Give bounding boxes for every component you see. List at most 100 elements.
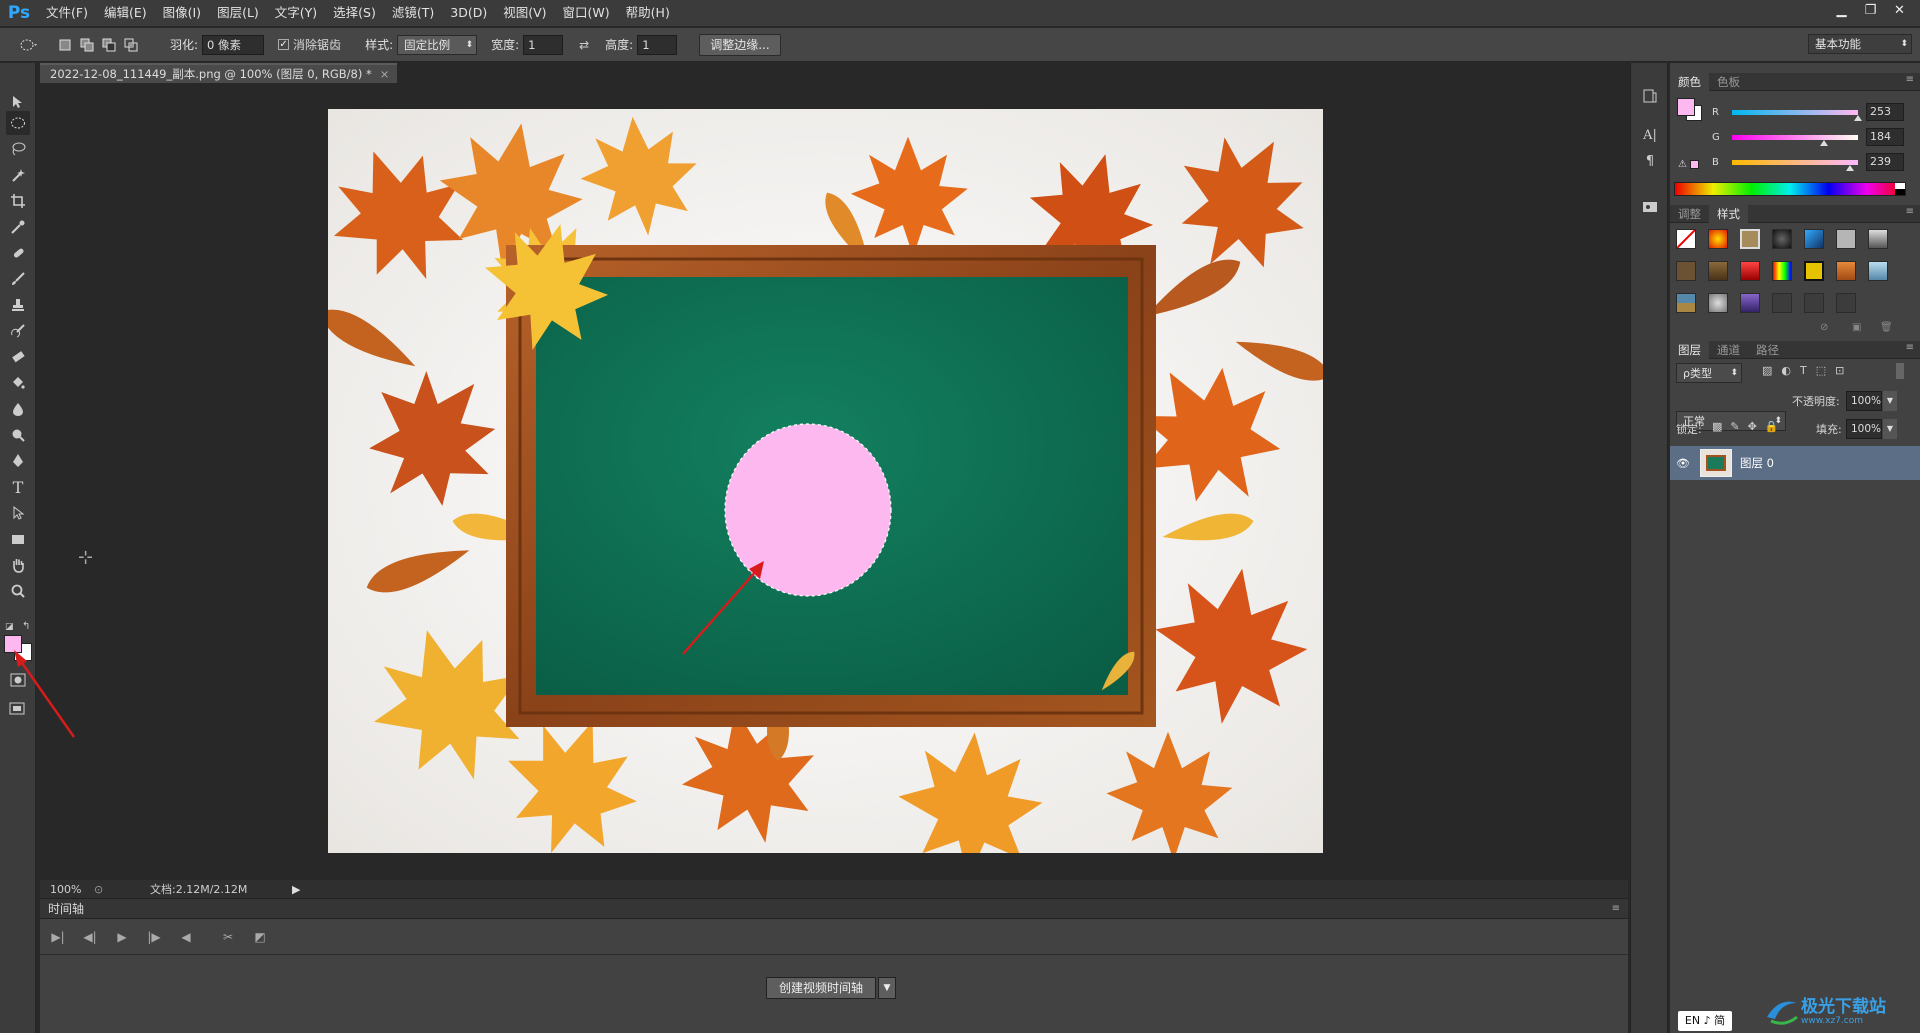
- shape-layer-filter-icon[interactable]: ⬚: [1816, 364, 1826, 377]
- elliptical-marquee-tool-icon[interactable]: [6, 111, 30, 135]
- style-swatch[interactable]: [1772, 293, 1792, 313]
- swap-dimensions-icon[interactable]: ⇄: [573, 34, 595, 56]
- rectangle-tool-icon[interactable]: [6, 527, 30, 551]
- style-select[interactable]: 固定比例: [397, 34, 478, 55]
- new-selection-icon[interactable]: [54, 34, 76, 56]
- refine-edge-button[interactable]: 调整边缘...: [699, 33, 781, 56]
- green-slider[interactable]: [1732, 134, 1858, 146]
- crop-tool-icon[interactable]: [6, 189, 30, 213]
- style-swatch[interactable]: [1676, 261, 1696, 281]
- visibility-eye-icon[interactable]: 👁: [1676, 457, 1696, 470]
- style-swatch[interactable]: [1836, 261, 1856, 281]
- split-scissors-icon[interactable]: ✂: [212, 925, 244, 949]
- document-tab[interactable]: 2022-12-08_111449_副本.png @ 100% (图层 0, R…: [40, 63, 398, 83]
- type-tool-icon[interactable]: T: [6, 475, 30, 499]
- chevron-down-icon[interactable]: ▼: [1883, 419, 1897, 439]
- eyedropper-tool-icon[interactable]: [6, 215, 30, 239]
- panel-menu-icon[interactable]: ≡: [1612, 899, 1620, 919]
- circular-selection[interactable]: [328, 109, 1323, 853]
- transition-icon[interactable]: ◩: [244, 925, 276, 949]
- style-swatch[interactable]: [1708, 293, 1728, 313]
- screen-mode-icon[interactable]: [6, 697, 30, 721]
- history-brush-tool-icon[interactable]: [6, 319, 30, 343]
- layer-row[interactable]: 👁 图层 0: [1670, 446, 1920, 480]
- height-input[interactable]: 1: [637, 34, 678, 55]
- status-menu-icon[interactable]: ▶: [292, 883, 300, 896]
- tab-paths[interactable]: 路径: [1748, 341, 1787, 359]
- previous-frame-icon[interactable]: ◀|: [74, 925, 106, 949]
- style-swatch[interactable]: [1804, 261, 1824, 281]
- layer-comps-icon[interactable]: [1640, 196, 1660, 216]
- quick-mask-icon[interactable]: [6, 671, 30, 689]
- blue-slider[interactable]: [1732, 159, 1858, 171]
- paragraph-panel-icon[interactable]: ¶: [1640, 151, 1660, 171]
- magic-wand-tool-icon[interactable]: [6, 163, 30, 187]
- filter-toggle[interactable]: [1896, 363, 1904, 379]
- first-frame-icon[interactable]: ▶|: [42, 925, 74, 949]
- panel-menu-icon[interactable]: ≡: [1906, 74, 1914, 85]
- style-swatch[interactable]: [1740, 261, 1760, 281]
- menu-filter[interactable]: 滤镜(T): [384, 0, 442, 26]
- panel-menu-icon[interactable]: ≡: [1906, 206, 1914, 217]
- menu-layer[interactable]: 图层(L): [209, 0, 267, 26]
- tab-swatches[interactable]: 色板: [1709, 73, 1748, 91]
- elliptical-marquee-preset-icon[interactable]: [18, 34, 40, 56]
- style-swatch[interactable]: [1740, 293, 1760, 313]
- play-icon[interactable]: ▶: [106, 925, 138, 949]
- menu-3d[interactable]: 3D(D): [442, 0, 495, 26]
- clear-style-icon[interactable]: ⊘: [1820, 322, 1828, 333]
- foreground-color-swatch[interactable]: [4, 635, 22, 653]
- workspace-select[interactable]: 基本功能: [1808, 34, 1912, 54]
- chevron-down-icon[interactable]: ▼: [1883, 391, 1897, 411]
- menu-help[interactable]: 帮助(H): [618, 0, 678, 26]
- menu-view[interactable]: 视图(V): [495, 0, 554, 26]
- fill-input[interactable]: 100%: [1846, 419, 1882, 439]
- menu-window[interactable]: 窗口(W): [555, 0, 618, 26]
- pen-tool-icon[interactable]: [6, 449, 30, 473]
- layer-name[interactable]: 图层 0: [1740, 455, 1774, 471]
- blur-tool-icon[interactable]: [6, 397, 30, 421]
- history-panel-icon[interactable]: [1640, 86, 1660, 106]
- style-swatch[interactable]: [1772, 229, 1792, 249]
- path-selection-tool-icon[interactable]: [6, 501, 30, 525]
- zoom-level[interactable]: 100%: [50, 883, 94, 896]
- lock-pixels-icon[interactable]: ✎: [1730, 420, 1739, 433]
- default-colors-icon[interactable]: ◪: [5, 622, 14, 632]
- type-layer-filter-icon[interactable]: T: [1800, 364, 1807, 377]
- close-button[interactable]: ✕: [1885, 0, 1914, 20]
- restore-button[interactable]: ❐: [1856, 0, 1885, 20]
- hand-tool-icon[interactable]: [6, 553, 30, 577]
- menu-type[interactable]: 文字(Y): [267, 0, 325, 26]
- smart-object-filter-icon[interactable]: ⊡: [1835, 364, 1844, 377]
- chevron-down-icon[interactable]: ▼: [878, 977, 897, 999]
- eraser-tool-icon[interactable]: [6, 345, 30, 369]
- audio-icon[interactable]: ◀: [170, 925, 202, 949]
- document-canvas[interactable]: [328, 109, 1323, 853]
- menu-file[interactable]: 文件(F): [38, 0, 96, 26]
- lock-position-icon[interactable]: ✥: [1748, 420, 1757, 433]
- style-swatch-none[interactable]: [1676, 229, 1696, 249]
- close-document-icon[interactable]: ×: [380, 67, 390, 81]
- width-input[interactable]: 1: [523, 34, 564, 55]
- new-style-icon[interactable]: ▣: [1852, 322, 1861, 333]
- color-spectrum-bar[interactable]: [1674, 182, 1906, 196]
- intersect-selection-icon[interactable]: [120, 34, 142, 56]
- antialias-checkbox[interactable]: ✓: [278, 39, 290, 50]
- menu-image[interactable]: 图像(I): [155, 0, 209, 26]
- pixel-layer-filter-icon[interactable]: ▨: [1762, 364, 1772, 377]
- zoom-tool-icon[interactable]: [6, 579, 30, 603]
- subtract-from-selection-icon[interactable]: [98, 34, 120, 56]
- lock-transparency-icon[interactable]: ▩: [1712, 420, 1722, 433]
- style-swatch[interactable]: [1804, 229, 1824, 249]
- lasso-tool-icon[interactable]: [6, 137, 30, 161]
- red-slider[interactable]: [1732, 109, 1862, 121]
- green-value[interactable]: 184: [1866, 128, 1904, 146]
- style-swatch[interactable]: [1708, 261, 1728, 281]
- adjustment-layer-filter-icon[interactable]: ◐: [1781, 364, 1791, 377]
- style-swatch[interactable]: [1676, 293, 1696, 313]
- clone-stamp-tool-icon[interactable]: [6, 293, 30, 317]
- menu-select[interactable]: 选择(S): [325, 0, 384, 26]
- menu-edit[interactable]: 编辑(E): [96, 0, 155, 26]
- character-panel-icon[interactable]: A|: [1640, 125, 1660, 145]
- healing-brush-tool-icon[interactable]: [6, 241, 30, 265]
